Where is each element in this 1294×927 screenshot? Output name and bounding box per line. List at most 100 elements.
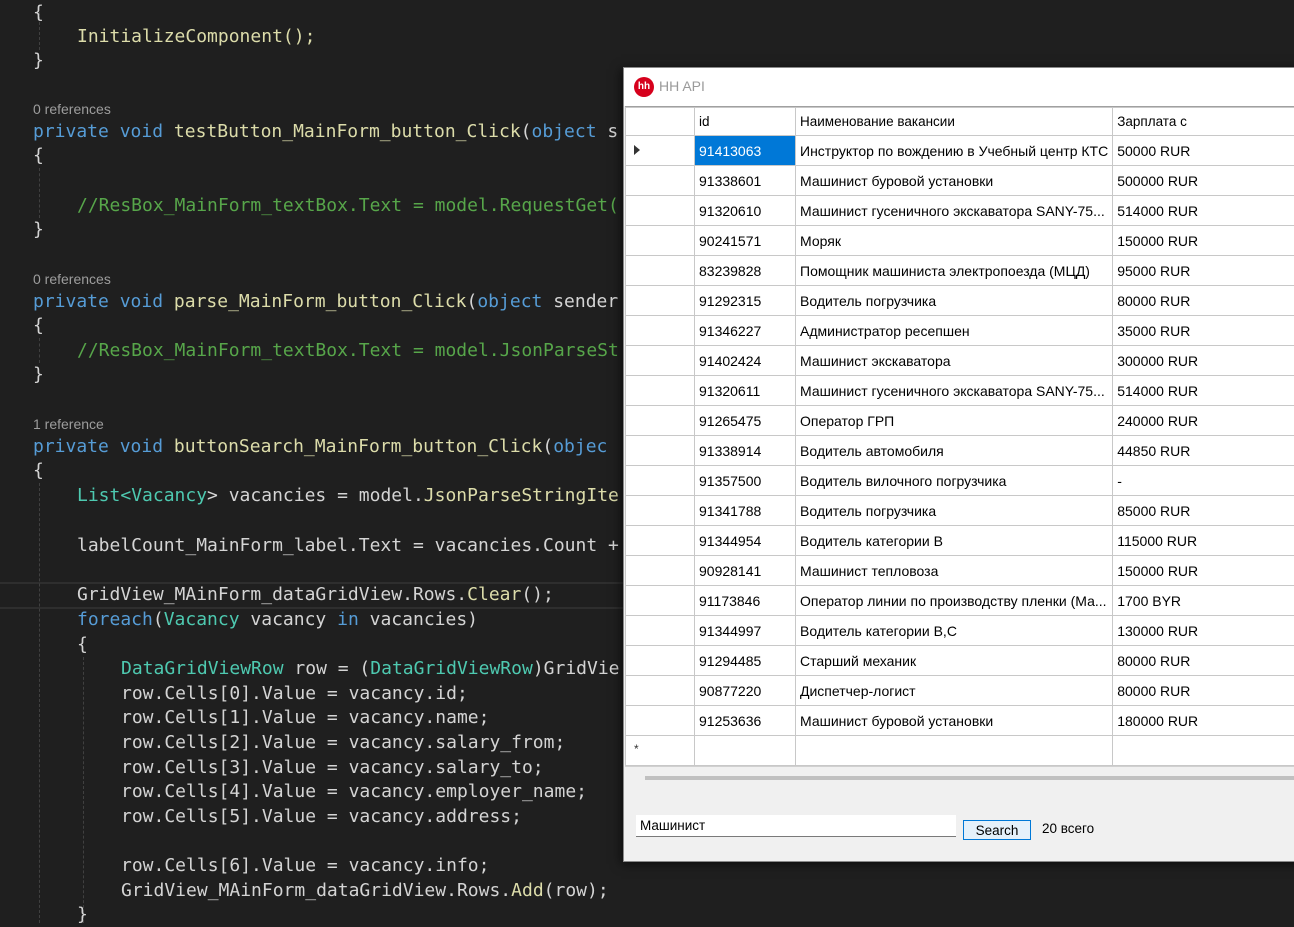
cell-id[interactable]: 91341788 [695, 496, 796, 526]
table-row[interactable]: 91294485Старший механик80000 RUR [626, 646, 1294, 676]
row-header[interactable] [626, 556, 695, 586]
search-input[interactable] [636, 815, 956, 837]
cell-name[interactable]: Водитель погрузчика [796, 496, 1113, 526]
row-header[interactable] [626, 136, 695, 166]
table-row[interactable]: 91357500Водитель вилочного погрузчика- [626, 466, 1294, 496]
table-row[interactable]: 91344997Водитель категории В,С130000 RUR [626, 616, 1294, 646]
cell-name[interactable]: Машинист гусеничного экскаватора SANY-75… [796, 376, 1113, 406]
column-header-name[interactable]: Наименование вакансии [796, 108, 1113, 136]
table-row[interactable]: 91292315Водитель погрузчика80000 RUR [626, 286, 1294, 316]
row-header[interactable] [626, 616, 695, 646]
cell-id[interactable]: 91357500 [695, 466, 796, 496]
cell-id[interactable]: 91265475 [695, 406, 796, 436]
table-row[interactable]: 91341788Водитель погрузчика85000 RUR [626, 496, 1294, 526]
cell-name[interactable]: Водитель категории В,С [796, 616, 1113, 646]
horizontal-scrollbar[interactable] [625, 766, 1294, 789]
cell-id[interactable]: 91413063 [695, 136, 796, 166]
cell-salary[interactable]: 180000 RUR [1113, 706, 1294, 736]
cell-id[interactable]: 91320610 [695, 196, 796, 226]
new-row-cell[interactable] [695, 736, 796, 766]
cell-name[interactable]: Водитель погрузчика [796, 286, 1113, 316]
cell-name[interactable]: Инструктор по вождению в Учебный центр К… [796, 136, 1113, 166]
row-header[interactable] [626, 646, 695, 676]
hh-api-window[interactable]: hh HH API id Наименование вакансии Зарпл… [623, 67, 1294, 862]
cell-name[interactable]: Администратор ресепшен [796, 316, 1113, 346]
row-header[interactable] [626, 226, 695, 256]
cell-name[interactable]: Водитель категории В [796, 526, 1113, 556]
cell-salary[interactable]: 150000 RUR [1113, 226, 1294, 256]
cell-salary[interactable]: 80000 RUR [1113, 646, 1294, 676]
table-row[interactable]: 83239828Помощник машиниста электропоезда… [626, 256, 1294, 286]
cell-salary[interactable]: 115000 RUR [1113, 526, 1294, 556]
row-header[interactable] [626, 706, 695, 736]
cell-id[interactable]: 91338601 [695, 166, 796, 196]
row-header[interactable] [626, 376, 695, 406]
column-header-salary[interactable]: Зарплата с [1113, 108, 1294, 136]
cell-id[interactable]: 91344997 [695, 616, 796, 646]
cell-salary[interactable]: 130000 RUR [1113, 616, 1294, 646]
cell-id[interactable]: 91344954 [695, 526, 796, 556]
search-button[interactable]: Search [963, 820, 1031, 840]
table-row[interactable]: 91344954Водитель категории В115000 RUR [626, 526, 1294, 556]
column-header-id[interactable]: id [695, 108, 796, 136]
cell-salary[interactable]: 80000 RUR [1113, 286, 1294, 316]
new-row-cell[interactable] [1113, 736, 1294, 766]
cell-name[interactable]: Оператор линии по производству пленки (М… [796, 586, 1113, 616]
cell-id[interactable]: 90877220 [695, 676, 796, 706]
cell-salary[interactable]: 240000 RUR [1113, 406, 1294, 436]
cell-name[interactable]: Оператор ГРП [796, 406, 1113, 436]
row-header[interactable] [626, 676, 695, 706]
cell-id[interactable]: 91173846 [695, 586, 796, 616]
cell-id[interactable]: 83239828 [695, 256, 796, 286]
table-row[interactable]: 91320611Машинист гусеничного экскаватора… [626, 376, 1294, 406]
row-header[interactable] [626, 466, 695, 496]
row-header[interactable] [626, 406, 695, 436]
cell-name[interactable]: Машинист гусеничного экскаватора SANY-75… [796, 196, 1113, 226]
table-row[interactable]: 91338601Машинист буровой установки500000… [626, 166, 1294, 196]
row-header[interactable]: * [626, 736, 695, 766]
cell-salary[interactable]: 150000 RUR [1113, 556, 1294, 586]
cell-name[interactable]: Водитель автомобиля [796, 436, 1113, 466]
cell-salary[interactable]: 44850 RUR [1113, 436, 1294, 466]
row-header[interactable] [626, 316, 695, 346]
cell-id[interactable]: 91346227 [695, 316, 796, 346]
cell-salary[interactable]: 80000 RUR [1113, 676, 1294, 706]
table-row[interactable]: 91402424Машинист экскаватора300000 RUR [626, 346, 1294, 376]
cell-salary[interactable]: - [1113, 466, 1294, 496]
new-row-cell[interactable] [796, 736, 1113, 766]
cell-name[interactable]: Машинист экскаватора [796, 346, 1113, 376]
cell-id[interactable]: 90928141 [695, 556, 796, 586]
cell-salary[interactable]: 35000 RUR [1113, 316, 1294, 346]
row-header[interactable] [626, 286, 695, 316]
cell-name[interactable]: Диспетчер-логист [796, 676, 1113, 706]
row-header[interactable] [626, 196, 695, 226]
cell-id[interactable]: 91294485 [695, 646, 796, 676]
row-header[interactable] [626, 346, 695, 376]
vacancies-data-grid[interactable]: id Наименование вакансии Зарплата с 9141… [625, 106, 1294, 767]
table-row[interactable]: 90928141Машинист тепловоза150000 RUR [626, 556, 1294, 586]
cell-id[interactable]: 91338914 [695, 436, 796, 466]
cell-name[interactable]: Помощник машиниста электропоезда (МЦД) [796, 256, 1113, 286]
cell-salary[interactable]: 300000 RUR [1113, 346, 1294, 376]
cell-name[interactable]: Машинист тепловоза [796, 556, 1113, 586]
cell-salary[interactable]: 50000 RUR [1113, 136, 1294, 166]
row-header[interactable] [626, 166, 695, 196]
cell-name[interactable]: Старший механик [796, 646, 1113, 676]
table-row[interactable]: 91320610Машинист гусеничного экскаватора… [626, 196, 1294, 226]
row-header[interactable] [626, 256, 695, 286]
cell-name[interactable]: Водитель вилочного погрузчика [796, 466, 1113, 496]
cell-salary[interactable]: 514000 RUR [1113, 196, 1294, 226]
cell-salary[interactable]: 95000 RUR [1113, 256, 1294, 286]
table-row[interactable]: 91265475Оператор ГРП240000 RUR [626, 406, 1294, 436]
cell-id[interactable]: 91402424 [695, 346, 796, 376]
cell-salary[interactable]: 85000 RUR [1113, 496, 1294, 526]
row-header[interactable] [626, 586, 695, 616]
table-row[interactable]: 91253636Машинист буровой установки180000… [626, 706, 1294, 736]
cell-salary[interactable]: 1700 BYR [1113, 586, 1294, 616]
window-titlebar[interactable]: hh HH API [624, 68, 1294, 106]
scrollbar-thumb[interactable] [645, 776, 1294, 780]
table-row[interactable]: 91338914Водитель автомобиля44850 RUR [626, 436, 1294, 466]
table-row[interactable]: 90241571Моряк150000 RUR [626, 226, 1294, 256]
row-header[interactable] [626, 496, 695, 526]
table-row[interactable]: 91173846Оператор линии по производству п… [626, 586, 1294, 616]
